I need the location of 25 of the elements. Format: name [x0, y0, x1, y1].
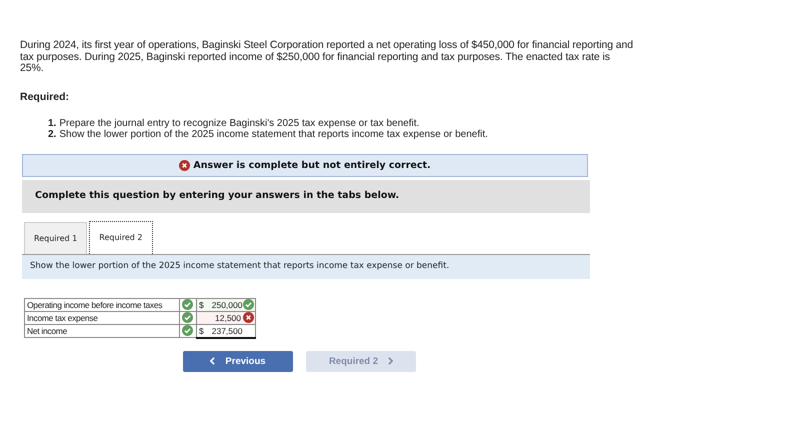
currency-sign: $ — [199, 300, 204, 310]
tab[interactable]: Required 1 — [24, 222, 88, 254]
amount-value: 237,500 — [212, 326, 242, 336]
list-number: 2. — [48, 128, 56, 140]
required-heading: Required: — [20, 90, 70, 102]
amount-field[interactable]: 12,500 — [196, 311, 256, 324]
prompt-text: Show the lower portion of the 2025 income statement that reports income tax expense or benefit. — [30, 260, 450, 270]
result-message: Answer is complete but not entirely correct. — [193, 160, 431, 170]
amount-field[interactable]: $ 250,000 — [196, 298, 256, 311]
table-cell: Net income — [24, 324, 180, 338]
table-cell: Operating income before income taxes — [24, 298, 180, 311]
amount-field[interactable]: $ 237,500 — [196, 324, 256, 338]
amount-value: 12,500 — [215, 312, 241, 322]
requirement-text: Show the lower portion of the 2025 income statement that reports income tax expense or benefit. — [59, 128, 488, 140]
chevron-right-icon — [388, 357, 394, 365]
requirement-text: Prepare the journal entry to recognize Baginski's 2025 tax expense or tax benefit. — [59, 118, 420, 128]
currency-sign: $ — [199, 326, 204, 336]
table-cell: Income tax expense — [24, 311, 180, 324]
problem-text: During 2024, its first year of operations, Baginski Steel Corporation reported a net operating loss of $450,000 for financial reporting and tax purposes. During 2025, Baginski reported income of $250,000 for financial reporting and tax purposes. The enacted tax rate is 25%. — [20, 40, 634, 74]
nav-button[interactable]: Previous — [183, 350, 293, 372]
amount-value: 250,000 — [212, 300, 242, 310]
list-number: 1. — [48, 118, 56, 128]
instruction-text: Complete this question by entering your answers in the tabs below. — [35, 190, 400, 200]
tab[interactable]: Required 2 — [89, 220, 152, 254]
chevron-left-icon — [210, 357, 216, 365]
